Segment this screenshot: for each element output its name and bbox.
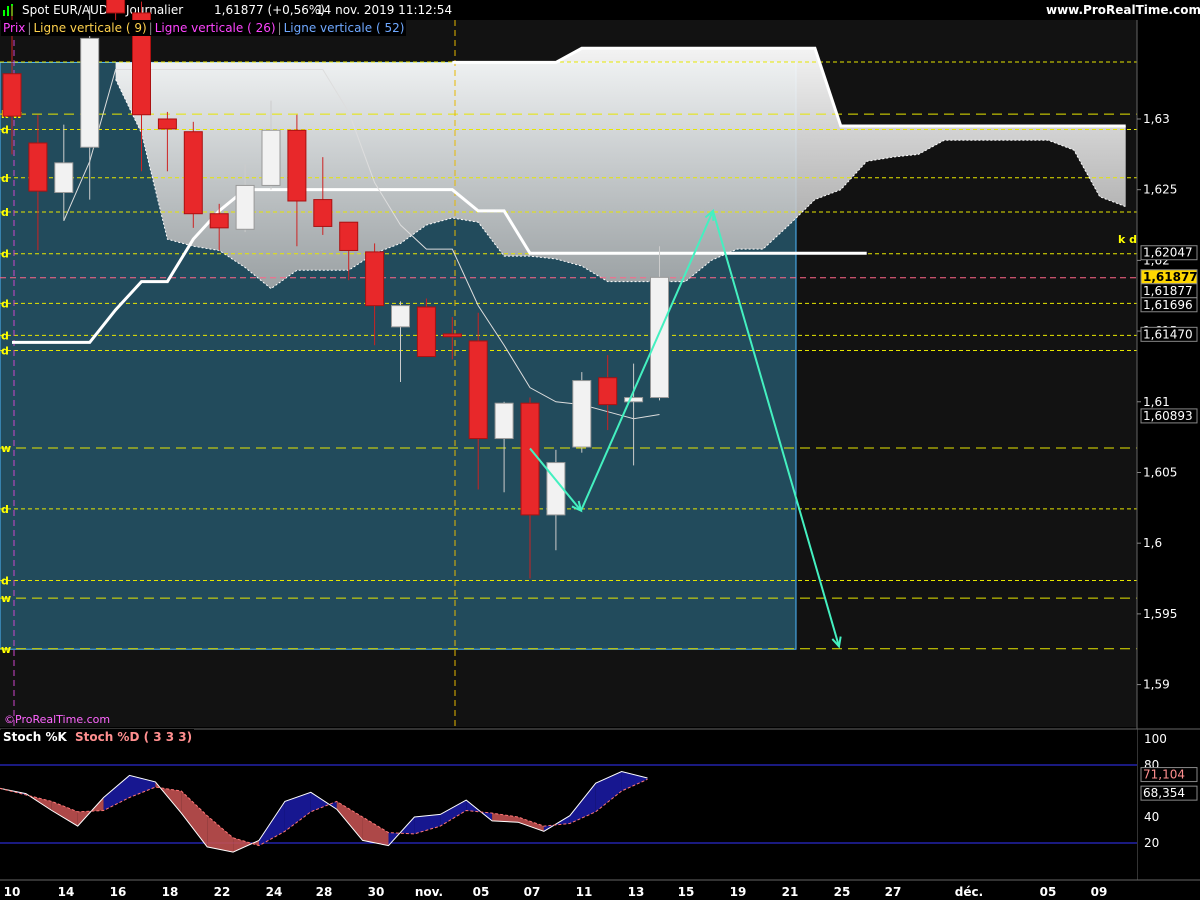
candle-body xyxy=(494,402,514,440)
price-marker-label: 1,61696 xyxy=(1143,298,1193,312)
x-tick-label: 07 xyxy=(524,885,541,899)
price-marker-label: 1,61470 xyxy=(1143,327,1193,341)
stoch-k-title: Stoch %K xyxy=(3,730,67,744)
price-tick-label: 1,595 xyxy=(1143,607,1177,621)
stoch-d-title: Stoch %D ( 3 3 3) xyxy=(74,730,193,744)
candle-body xyxy=(442,333,462,338)
x-tick-label: 13 xyxy=(628,885,645,899)
x-tick-label: 21 xyxy=(782,885,799,899)
level-label: d xyxy=(1,344,9,357)
price-chart[interactable]: k wdddddddwddww1,631,6251,621,6151,611,6… xyxy=(0,0,1200,900)
level-label: d xyxy=(1,575,9,588)
candle-body xyxy=(391,305,410,328)
x-tick-label: 05 xyxy=(473,885,490,899)
x-tick-label: nov. xyxy=(415,885,443,899)
x-tick-label: 30 xyxy=(368,885,385,899)
stochastic-legend: Stoch %K Stoch %D ( 3 3 3) xyxy=(1,729,195,745)
candle-body xyxy=(572,380,592,448)
candle-body xyxy=(183,131,203,215)
candle-body xyxy=(520,402,540,516)
level-label: d xyxy=(1,172,9,185)
price-marker-label: 1,62047 xyxy=(1143,246,1193,260)
level-label: d xyxy=(1,329,9,342)
price-tick-label: 1,625 xyxy=(1143,183,1177,197)
candle-body xyxy=(468,340,488,440)
candle-body xyxy=(80,37,100,148)
price-tick-label: 1,59 xyxy=(1143,678,1170,692)
x-tick-label: 05 xyxy=(1040,885,1057,899)
price-tick-label: 1,61 xyxy=(1143,395,1170,409)
level-label: d xyxy=(1,297,9,310)
candle-body xyxy=(598,377,618,406)
stoch-pane-background xyxy=(0,729,1137,880)
stoch-tick-label: 100 xyxy=(1144,732,1167,746)
watermark: ©ProRealTime.com xyxy=(4,713,111,726)
x-tick-label: 22 xyxy=(214,885,231,899)
candle-body xyxy=(54,162,74,194)
x-tick-label: 11 xyxy=(576,885,593,899)
x-tick-label: 16 xyxy=(110,885,127,899)
candle-body xyxy=(365,251,385,307)
x-tick-label: déc. xyxy=(955,885,983,899)
price-tick-label: 1,605 xyxy=(1143,465,1177,479)
price-tick-label: 1,63 xyxy=(1143,112,1170,126)
price-tick-label: 1,6 xyxy=(1143,536,1162,550)
level-label: w xyxy=(1,442,11,455)
candle-body xyxy=(339,221,359,251)
candle-body xyxy=(235,184,255,230)
x-axis-background xyxy=(0,880,1200,900)
legend-item[interactable]: Ligne verticale ( 26) xyxy=(153,21,278,35)
legend-item[interactable]: Ligne verticale ( 9) xyxy=(31,21,148,35)
candle-body xyxy=(650,276,669,399)
price-marker-label: 1,61877 xyxy=(1143,284,1193,298)
level-label: d xyxy=(1,123,9,136)
price-marker-label: 1,60893 xyxy=(1143,409,1193,423)
price-marker-label: 1,61877 xyxy=(1143,270,1198,284)
candle-body xyxy=(106,0,126,14)
legend-item[interactable]: Prix xyxy=(1,21,27,35)
level-label: d xyxy=(1,206,9,219)
x-tick-label: 10 xyxy=(4,885,21,899)
candle-body xyxy=(624,397,644,403)
x-tick-label: 09 xyxy=(1091,885,1108,899)
x-tick-label: 19 xyxy=(730,885,747,899)
stoch-k-value: 71,104 xyxy=(1143,768,1185,782)
candle-body xyxy=(28,142,48,192)
candle-body xyxy=(209,213,229,229)
candle-body xyxy=(287,129,307,202)
stoch-tick-label: 40 xyxy=(1144,810,1159,824)
level-label: d xyxy=(1,248,9,261)
x-tick-label: 15 xyxy=(678,885,695,899)
level-label-right: k d xyxy=(1118,233,1137,246)
level-label: d xyxy=(1,503,9,516)
stoch-d-value: 68,354 xyxy=(1143,786,1185,800)
x-tick-label: 25 xyxy=(834,885,851,899)
x-tick-label: 24 xyxy=(266,885,283,899)
candle-body xyxy=(261,129,281,186)
stoch-tick-label: 20 xyxy=(1144,836,1159,850)
x-tick-label: 28 xyxy=(316,885,333,899)
level-label: w xyxy=(1,592,11,605)
x-tick-label: 18 xyxy=(162,885,179,899)
candle-body xyxy=(2,73,22,117)
candle-body xyxy=(157,118,177,130)
level-label: w xyxy=(1,643,11,656)
legend-item[interactable]: Ligne verticale ( 52) xyxy=(282,21,407,35)
price-axis-background xyxy=(1137,20,1200,880)
candle-body xyxy=(313,199,333,227)
x-tick-label: 14 xyxy=(58,885,75,899)
indicator-legend: Prix | Ligne verticale ( 9) | Ligne vertical… xyxy=(1,20,407,36)
candle-body xyxy=(416,306,436,358)
x-tick-label: 27 xyxy=(885,885,902,899)
